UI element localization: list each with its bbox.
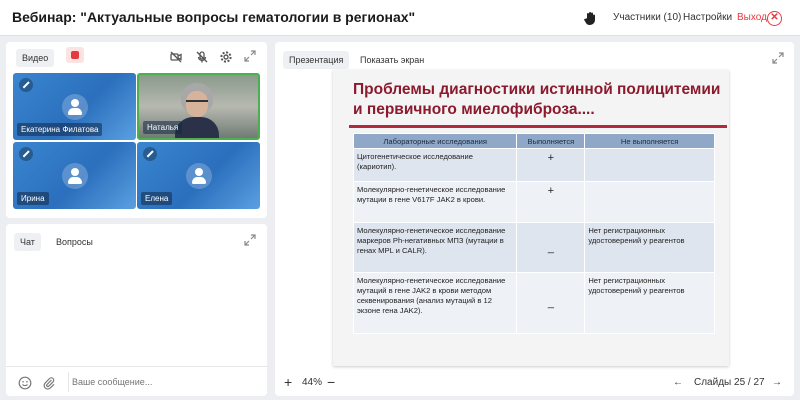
tab-share-screen[interactable]: Показать экран [354, 51, 430, 69]
raise-hand-icon[interactable] [582, 10, 598, 26]
table-cell: _ [516, 272, 586, 334]
gear-icon[interactable] [219, 50, 233, 64]
table-cell: Нет регистрационных удостоверений у реаг… [584, 272, 715, 334]
mic-muted-icon [19, 147, 33, 161]
emoji-icon[interactable] [18, 376, 32, 390]
expand-icon[interactable] [772, 52, 784, 64]
table-header-row: Лабораторные исследования Выполняется Не… [352, 133, 715, 149]
table-row: Цитогенетическое исследование (кариотип)… [352, 148, 715, 182]
presentation-slide: Проблемы диагностики истинной полицитеми… [333, 70, 729, 366]
webinar-title: Вебинар: "Актуальные вопросы гематологии… [12, 9, 416, 25]
table-cell: _ [516, 222, 586, 273]
participant-name: Ирина [17, 192, 49, 205]
top-bar: Вебинар: "Актуальные вопросы гематологии… [0, 0, 800, 36]
table-cell: Молекулярно-генетическое исследование му… [352, 272, 518, 334]
chat-panel: Чат Вопросы [6, 224, 267, 396]
close-circle-icon[interactable]: ✕ [767, 11, 782, 26]
zoom-level: 44% [302, 377, 323, 388]
table-row: Молекулярно-генетическое исследование му… [352, 181, 715, 223]
participants-button[interactable]: Участники (10) [613, 12, 681, 23]
camera-off-icon[interactable] [169, 50, 183, 64]
mic-muted-icon [19, 78, 33, 92]
table-cell: Цитогенетическое исследование (кариотип)… [352, 148, 518, 182]
divider [68, 372, 69, 392]
participant-video [175, 83, 219, 138]
divider [6, 366, 267, 367]
record-button[interactable] [66, 47, 84, 63]
next-slide-arrow-icon[interactable]: → [772, 377, 782, 388]
participant-name: Елена [141, 192, 173, 205]
paperclip-icon[interactable] [42, 376, 56, 390]
zoom-out-button[interactable]: − [327, 374, 335, 390]
slide-title: Проблемы диагностики истинной полицитеми… [353, 81, 721, 118]
settings-button[interactable]: Настройки [683, 12, 732, 23]
table-cell: Нет регистрационных удостоверений у реаг… [584, 222, 715, 273]
table-cell: + [516, 148, 586, 182]
exit-button[interactable]: Выход [737, 12, 767, 23]
table-row: Молекулярно-генетическое исследование му… [352, 272, 715, 334]
avatar-icon [61, 93, 88, 120]
table-cell: + [516, 181, 586, 223]
table-cell: Молекулярно-генетическое исследование му… [352, 181, 518, 223]
zoom-in-button[interactable]: + [284, 374, 292, 390]
tab-chat[interactable]: Чат [14, 233, 41, 251]
expand-icon[interactable] [244, 234, 256, 246]
avatar-icon [61, 162, 88, 189]
expand-icon[interactable] [244, 50, 256, 62]
participant-tile[interactable]: Ирина [13, 142, 136, 209]
participant-name: Наталья [143, 121, 183, 134]
avatar-icon [185, 162, 212, 189]
table-header-cell: Не выполняется [584, 133, 715, 149]
table-row: Молекулярно-генетическое исследование ма… [352, 222, 715, 273]
participant-tile[interactable]: Елена [137, 142, 260, 209]
tab-presentation[interactable]: Презентация [283, 51, 350, 69]
table-cell: Молекулярно-генетическое исследование ма… [352, 222, 518, 273]
participant-name: Екатерина Филатова [17, 123, 103, 136]
message-input[interactable] [72, 377, 252, 387]
mic-off-icon[interactable] [195, 50, 209, 64]
prev-slide-arrow-icon[interactable]: ← [673, 377, 683, 388]
table-cell [584, 148, 715, 182]
table-header-cell: Выполняется [516, 133, 586, 149]
slide-divider [349, 125, 727, 128]
tab-questions[interactable]: Вопросы [50, 233, 99, 251]
participant-tile-camera[interactable]: Наталья [137, 73, 260, 140]
tab-video[interactable]: Видео [16, 49, 55, 67]
lab-tests-table: Лабораторные исследования Выполняется Не… [352, 133, 715, 334]
mic-muted-icon [143, 147, 157, 161]
slide-counter: Слайды 25 / 27 [694, 377, 765, 388]
table-header-cell: Лабораторные исследования [352, 133, 518, 149]
participant-tile[interactable]: Екатерина Филатова [13, 73, 136, 140]
video-panel: Видео Екатерина Филатова Наталья Ирина Е… [6, 42, 267, 218]
table-cell [584, 181, 715, 223]
